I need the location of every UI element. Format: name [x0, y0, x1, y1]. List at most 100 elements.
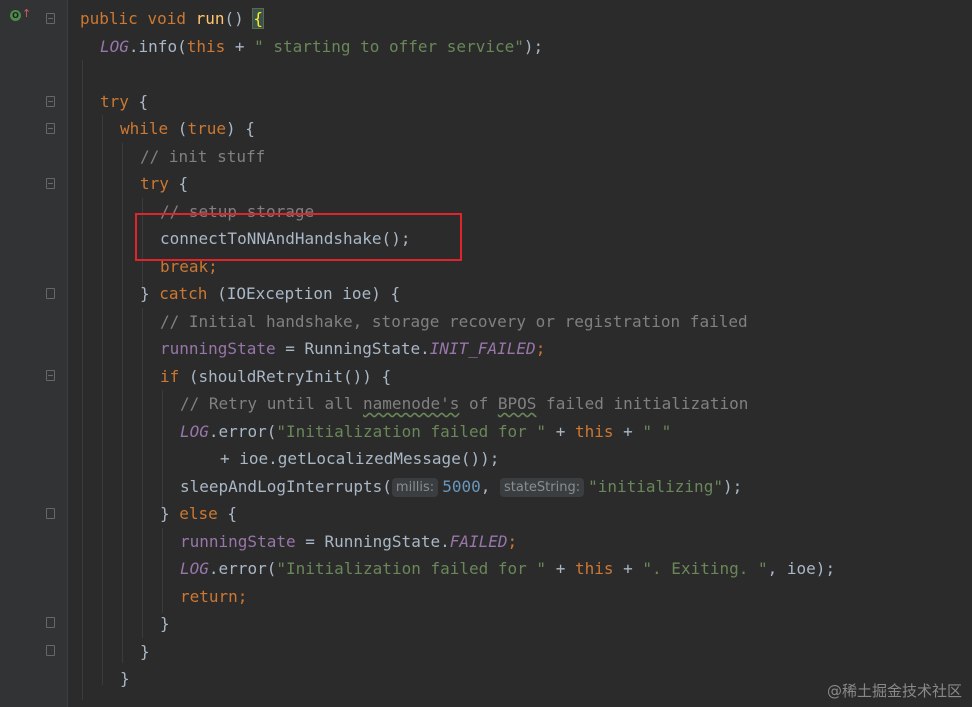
indent-guide: [82, 60, 83, 700]
comment-typo: BPOS: [497, 394, 537, 413]
fold-toggle-icon[interactable]: [46, 123, 55, 134]
code-line[interactable]: if (shouldRetryInit()) {: [160, 363, 391, 390]
code-text: }: [120, 669, 130, 688]
string-literal: " starting to offer service": [254, 37, 524, 56]
static-field: LOG: [180, 422, 209, 441]
code-text: );: [523, 37, 544, 56]
code-line[interactable]: } else {: [160, 500, 237, 527]
code-text: = RunningState.: [275, 339, 430, 358]
indent-guide: [142, 308, 143, 638]
code-text: +: [613, 422, 643, 441]
static-field: LOG: [100, 37, 129, 56]
code-line[interactable]: runningState = RunningState.FAILED;: [180, 528, 517, 555]
static-field: FAILED: [449, 532, 508, 551]
comment: failed initialization: [536, 394, 749, 413]
keyword: while: [120, 119, 169, 138]
code-text: +: [546, 422, 575, 441]
code-text: }: [140, 642, 150, 661]
code-text: {: [128, 92, 149, 111]
code-text: + ioe.getLocalizedMessage());: [220, 449, 500, 468]
indent-guide: [102, 115, 103, 685]
code-line[interactable]: // init stuff: [140, 143, 265, 170]
code-text: (IOException ioe) {: [207, 284, 401, 303]
fold-toggle-icon[interactable]: [46, 96, 55, 107]
code-text: , ioe);: [767, 559, 836, 578]
parameter-hint: millis:: [391, 478, 439, 497]
static-field: LOG: [180, 559, 209, 578]
editor-gutter: [0, 0, 68, 707]
keyword: return: [180, 587, 238, 606]
code-line[interactable]: try {: [140, 170, 188, 197]
code-text: );: [722, 477, 743, 496]
watermark: @稀土掘金技术社区: [826, 682, 962, 700]
code-text: .error(: [208, 422, 277, 441]
indent-guide: [162, 390, 163, 510]
code-line[interactable]: + ioe.getLocalizedMessage());: [220, 445, 499, 472]
code-text: .info(: [128, 37, 187, 56]
code-line[interactable]: }: [140, 638, 150, 665]
string-literal: "Initialization failed for ": [276, 422, 547, 441]
code-text: +: [546, 559, 575, 578]
code-text: ) {: [225, 119, 255, 138]
keyword: void: [147, 9, 196, 28]
comment: // Retry until all: [180, 394, 364, 413]
fold-toggle-icon[interactable]: [46, 508, 55, 519]
number-literal: 5000: [442, 477, 481, 496]
method-name: run: [195, 9, 225, 28]
fold-toggle-icon[interactable]: [46, 288, 55, 299]
code-line[interactable]: } catch (IOException ioe) {: [140, 280, 400, 307]
comment: of: [459, 394, 498, 413]
code-text: .error(: [208, 559, 277, 578]
string-literal: ". Exiting. ": [642, 559, 768, 578]
fold-toggle-icon[interactable]: [46, 370, 55, 381]
string-literal: " ": [642, 422, 672, 441]
keyword: this: [574, 559, 614, 578]
code-line[interactable]: }: [120, 665, 130, 692]
code-line[interactable]: LOG.error("Initialization failed for " +…: [180, 418, 671, 445]
code-text: (shouldRetryInit()) {: [179, 367, 392, 386]
code-line[interactable]: while (true) {: [120, 115, 255, 142]
code-line[interactable]: // Initial handshake, storage recovery o…: [160, 308, 748, 335]
annotation-highlight-box: [135, 213, 462, 261]
fold-toggle-icon[interactable]: [46, 178, 55, 189]
indent-guide: [162, 528, 163, 613]
code-text: {: [168, 174, 189, 193]
code-text: +: [613, 559, 643, 578]
override-method-icon[interactable]: O: [10, 10, 21, 21]
code-text: }: [160, 504, 180, 523]
code-line[interactable]: }: [160, 610, 170, 637]
code-line[interactable]: LOG.error("Initialization failed for " +…: [180, 555, 835, 582]
up-arrow-icon[interactable]: ↑: [22, 8, 31, 19]
code-line[interactable]: LOG.info(this + " starting to offer serv…: [100, 33, 543, 60]
code-text: ;: [237, 587, 248, 606]
code-line[interactable]: return;: [180, 583, 247, 610]
code-text: ;: [535, 339, 546, 358]
code-text: (: [168, 119, 188, 138]
static-field: INIT_FAILED: [429, 339, 536, 358]
keyword: try: [100, 92, 129, 111]
code-line[interactable]: try {: [100, 88, 148, 115]
keyword: this: [186, 37, 226, 56]
code-line[interactable]: runningState = RunningState.INIT_FAILED;: [160, 335, 545, 362]
code-text: = RunningState.: [295, 532, 450, 551]
code-line[interactable]: public void run() {: [80, 5, 265, 32]
code-line[interactable]: // Retry until all namenode's of BPOS fa…: [180, 390, 748, 417]
field-name: runningState: [160, 339, 276, 358]
matched-brace: {: [252, 8, 265, 29]
code-text: }: [140, 284, 160, 303]
indent-guide: [122, 143, 123, 663]
code-line[interactable]: sleepAndLogInterrupts(millis: 5000, state…: [180, 473, 742, 500]
string-literal: "Initialization failed for ": [276, 559, 547, 578]
field-name: runningState: [180, 532, 296, 551]
code-text: sleepAndLogInterrupts(: [180, 477, 392, 496]
keyword: this: [574, 422, 614, 441]
fold-toggle-icon[interactable]: [46, 617, 55, 628]
keyword: try: [140, 174, 169, 193]
fold-toggle-icon[interactable]: [46, 13, 55, 24]
fold-toggle-icon[interactable]: [46, 645, 55, 656]
keyword: catch: [159, 284, 208, 303]
comment: // Initial handshake, storage recovery o…: [160, 312, 748, 331]
comment-typo: namenode's: [363, 394, 460, 413]
code-text: +: [225, 37, 255, 56]
code-text: (): [224, 9, 254, 28]
